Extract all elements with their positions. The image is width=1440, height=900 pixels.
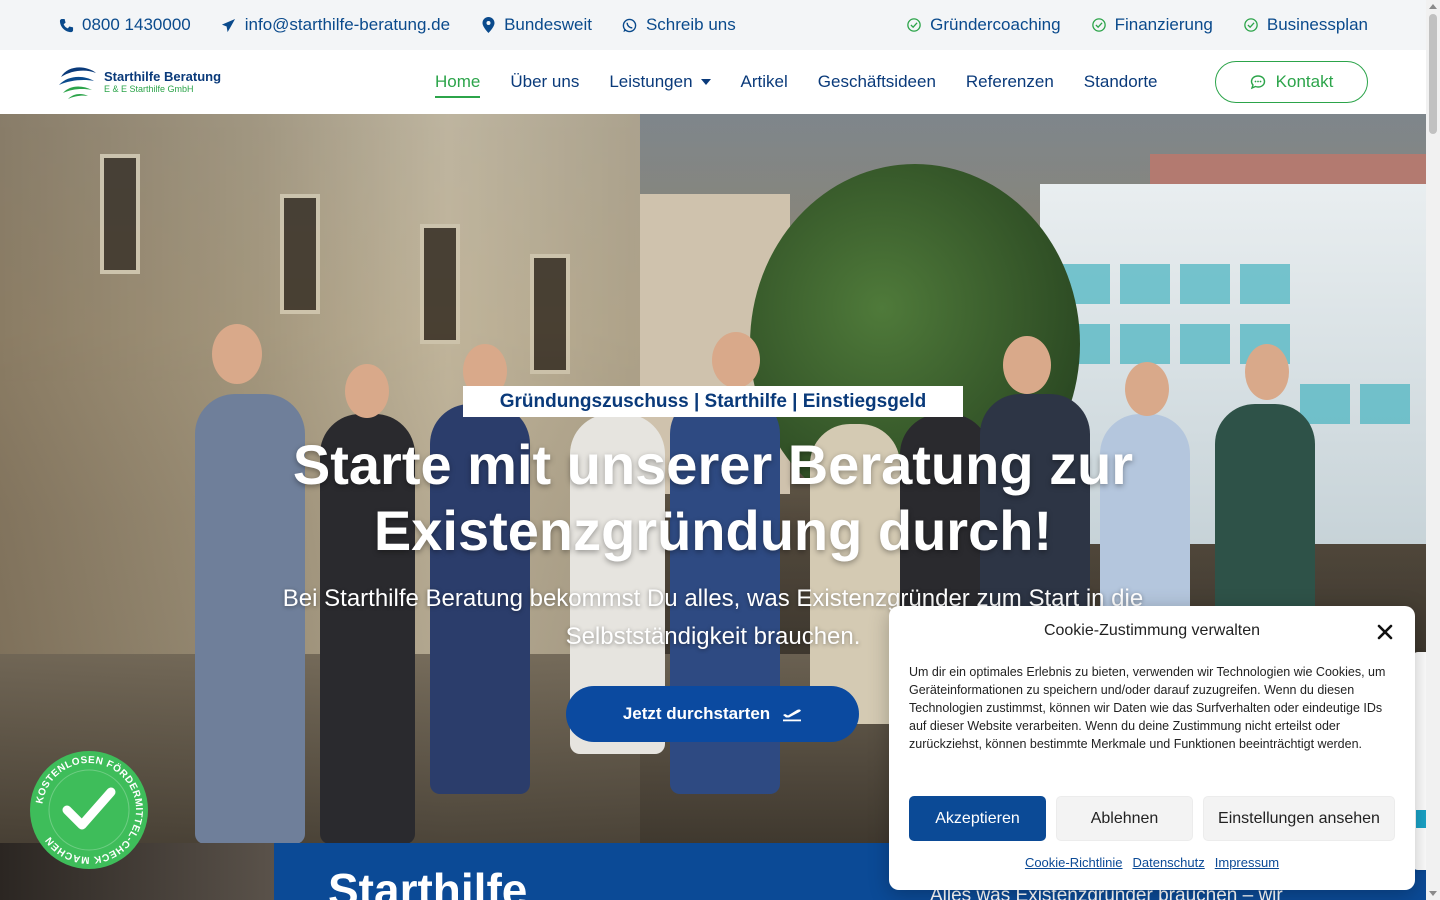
scroll-down-arrow-icon[interactable] — [1429, 891, 1437, 896]
cookie-body: Um dir ein optimales Erlebnis zu bieten,… — [909, 665, 1386, 751]
cta-label: Jetzt durchstarten — [622, 704, 771, 723]
cta-button[interactable]: Jetzt durchstarten — [566, 686, 859, 742]
cookie-links: Cookie-Richtlinie Datenschutz Impressum — [889, 855, 1415, 870]
scroll-up-arrow-icon[interactable] — [1429, 4, 1437, 9]
badge-graphic: KOSTENLOSEN FÖRDERMITTEL-CHECK MACHEN — [30, 751, 148, 869]
contact-button[interactable]: Kontakt — [1215, 61, 1368, 103]
contact-label: Kontakt — [1275, 72, 1334, 91]
close-icon[interactable] — [1375, 622, 1395, 642]
main-nav: Home Über uns Leistungen Artikel Geschäf… — [435, 72, 1188, 98]
email-text: info@starthilfe-beratung.de — [244, 15, 451, 34]
chat-bubble-icon — [1250, 74, 1266, 90]
location-link[interactable]: Bundesweit — [480, 15, 592, 35]
privacy-link[interactable]: Datenschutz — [1132, 855, 1204, 870]
topbar: 0800 1430000 info@starthilfe-beratung.de… — [0, 0, 1426, 50]
paper-plane-icon — [221, 17, 237, 33]
topbar-features: Gründercoaching Finanzierung Businesspla… — [876, 15, 1368, 35]
plane-departure-icon — [782, 706, 802, 722]
check-circle-icon — [906, 17, 922, 33]
phone-text: 0800 1430000 — [82, 15, 191, 34]
phone-link[interactable]: 0800 1430000 — [58, 15, 191, 35]
scroll-thumb[interactable] — [1429, 14, 1437, 134]
topbar-contacts: 0800 1430000 info@starthilfe-beratung.de… — [58, 15, 766, 35]
map-pin-icon — [480, 17, 496, 33]
page-scrollbar[interactable] — [1426, 0, 1440, 900]
nav-geschaeftsideen[interactable]: Geschäftsideen — [818, 72, 936, 92]
feature-gruendercoaching[interactable]: Gründercoaching — [906, 15, 1061, 35]
foerdermittel-check-badge[interactable]: KOSTENLOSEN FÖRDERMITTEL-CHECK MACHEN — [29, 750, 149, 870]
nav-standorte[interactable]: Standorte — [1084, 72, 1158, 92]
feature-label: Businessplan — [1266, 15, 1368, 34]
accept-button[interactable]: Akzeptieren — [909, 796, 1046, 841]
chevron-down-icon — [700, 79, 711, 85]
nav-artikel[interactable]: Artikel — [741, 72, 788, 92]
cookie-title: Cookie-Zustimmung verwalten — [1043, 622, 1261, 639]
feature-label: Gründercoaching — [930, 15, 1061, 34]
logo-icon — [59, 67, 96, 99]
whatsapp-link[interactable]: Schreib uns — [622, 15, 736, 35]
nav-leistungen[interactable]: Leistungen — [609, 72, 711, 92]
nav-home[interactable]: Home — [435, 72, 481, 98]
nav-leistungen-label: Leistungen — [609, 72, 693, 91]
location-text: Bundesweit — [504, 15, 592, 34]
logo-subtitle: E & E Starthilfe GmbH — [104, 84, 194, 94]
intro-title: Starthilfe — [328, 864, 528, 900]
email-link[interactable]: info@starthilfe-beratung.de — [221, 15, 450, 35]
deny-button[interactable]: Ablehnen — [1056, 796, 1193, 841]
hero-title: Starte mit unserer Beratung zur Existenz… — [292, 433, 1134, 562]
feature-label: Finanzierung — [1114, 15, 1213, 34]
nav-referenzen[interactable]: Referenzen — [966, 72, 1054, 92]
whatsapp-text: Schreib uns — [645, 15, 736, 34]
cookie-policy-link[interactable]: Cookie-Richtlinie — [1025, 855, 1123, 870]
side-widget-accent — [1416, 810, 1426, 828]
imprint-link[interactable]: Impressum — [1215, 855, 1279, 870]
cookie-consent-dialog: Cookie-Zustimmung verwalten Um dir ein o… — [889, 606, 1415, 890]
logo-text: Starthilfe Beratung E & E Starthilfe Gmb… — [104, 70, 221, 94]
main-header: Starthilfe Beratung E & E Starthilfe Gmb… — [0, 50, 1426, 114]
whatsapp-icon — [622, 17, 638, 33]
check-circle-icon — [1091, 17, 1107, 33]
nav-ueber-uns[interactable]: Über uns — [510, 72, 579, 92]
hero-tagline: Gründungszuschuss | Starthilfe | Einstie… — [463, 386, 963, 417]
settings-button[interactable]: Einstellungen ansehen — [1203, 796, 1395, 841]
logo-title: Starthilfe Beratung — [104, 69, 222, 84]
feature-finanzierung[interactable]: Finanzierung — [1091, 15, 1213, 35]
feature-businessplan[interactable]: Businessplan — [1243, 15, 1368, 35]
phone-icon — [58, 17, 74, 33]
check-circle-icon — [1243, 17, 1259, 33]
cookie-buttons: Akzeptieren Ablehnen Einstellungen anseh… — [909, 796, 1395, 841]
logo[interactable]: Starthilfe Beratung E & E Starthilfe Gmb… — [58, 63, 378, 101]
